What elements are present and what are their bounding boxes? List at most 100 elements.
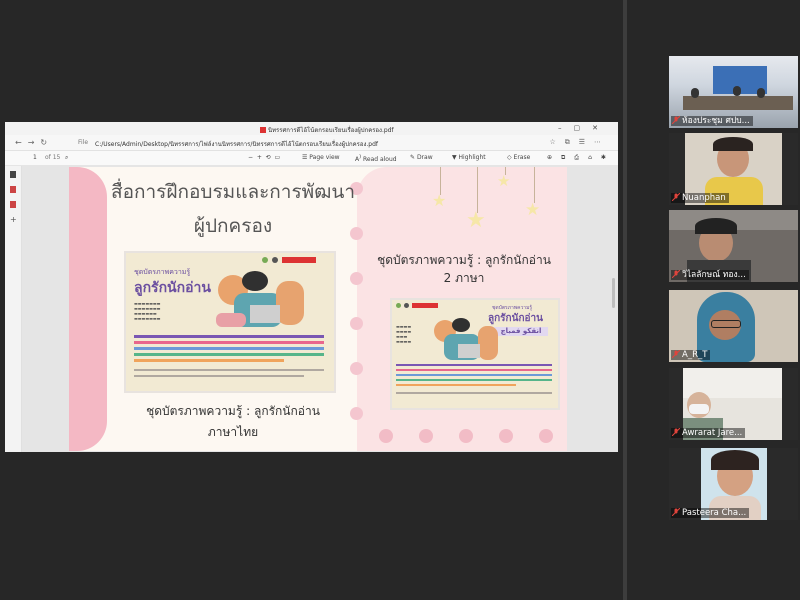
contents-icon[interactable] — [10, 171, 16, 178]
navigation-buttons[interactable]: ←→↻ — [15, 138, 53, 147]
erase-label: Erase — [513, 154, 531, 161]
participant-video-tile[interactable]: A_R_T — [669, 290, 798, 362]
person-silhouette — [757, 88, 765, 98]
star-string — [534, 167, 535, 203]
info-stripe — [396, 392, 552, 394]
dot-decoration — [459, 429, 473, 443]
info-stripe — [396, 369, 552, 371]
document-tab[interactable]: นิทรรศการดีไอ้โน้ตกรอบเรียนเรื่องผู้ปกคร… — [260, 125, 394, 135]
info-stripe — [396, 379, 552, 381]
slide-page: ★ ★ ★ ★ สื่อการฝึกอบรมและการพัฒนา ผู้ปกค… — [69, 167, 567, 451]
info-stripe — [134, 353, 324, 356]
mic-off-icon — [672, 193, 680, 201]
dot-decoration — [379, 429, 393, 443]
slide-heading-line2: ผู้ปกครอง — [193, 215, 273, 237]
pdf-toolbar: 1 of 15 ⌕ − + ⟲ ▭ ☰ Page view A) Read al… — [5, 151, 618, 166]
mic-off-icon — [672, 116, 680, 124]
participant-name: วิไลลักษณ์ ทอง... — [682, 270, 746, 280]
zoom-controls[interactable]: − + ⟲ ▭ — [248, 154, 280, 161]
page-total: of 15 — [45, 154, 61, 161]
participant-name: ห้องประชุม ศปบ... — [682, 116, 750, 126]
participant-video-tile[interactable]: วิไลลักษณ์ ทอง... — [669, 210, 798, 282]
star-string — [477, 167, 478, 213]
window-title-bar: นิทรรศการดีไอ้โน้ตกรอบเรียนเรื่องผู้ปกคร… — [5, 122, 618, 135]
participant-video-tile[interactable]: Pasteera Cha... — [669, 448, 798, 520]
read-aloud-button[interactable]: A) Read aloud — [355, 154, 397, 163]
address-bar: ←→↻ File C:/Users/Admin/Desktop/นิทรรศกา… — [5, 135, 618, 151]
bilingual-card-image: ชุดบัตรภาพความรู้ ลูกรักนักอ่าน انقكو فم… — [390, 298, 560, 410]
save-the-children-logo — [412, 303, 438, 308]
participant-name: A_R_T — [682, 350, 708, 360]
pdf-icon[interactable] — [10, 201, 16, 208]
participant-name: Pasteera Cha... — [682, 508, 747, 518]
star-icon: ★ — [466, 208, 486, 233]
file-scheme-tag: File — [78, 139, 89, 146]
dot-decoration — [539, 429, 553, 443]
participant-name: Nuanphan — [682, 193, 726, 203]
document-tab-title: นิทรรศการดีไอ้โน้ตกรอบเรียนเรื่องผู้ปกคร… — [268, 127, 394, 134]
page-view-label: Page view — [309, 154, 340, 161]
info-stripe — [134, 369, 324, 371]
illustration-laptop — [458, 344, 480, 358]
info-stripe — [134, 341, 324, 344]
info-stripe — [134, 347, 324, 350]
person-silhouette — [691, 88, 699, 98]
card1-caption-line2: ภาษาไทย — [207, 425, 259, 439]
add-icon[interactable]: + — [10, 216, 17, 224]
mic-off-icon — [672, 428, 680, 436]
read-aloud-label: Read aloud — [362, 156, 397, 163]
star-icon: ★ — [432, 191, 447, 210]
star-icon: ★ — [525, 200, 541, 220]
highlight-button[interactable]: ▼ Highlight — [452, 154, 486, 161]
window-controls[interactable]: –▢✕ — [558, 124, 610, 132]
draw-button[interactable]: ✎ Draw — [410, 154, 433, 161]
page-view-button[interactable]: ☰ Page view — [302, 154, 340, 161]
toolbar-action-icons[interactable]: ⊕⧉⎙⌂✱ — [547, 154, 615, 162]
search-icon[interactable]: ⌕ — [65, 154, 68, 162]
erase-button[interactable]: ◇ Erase — [507, 154, 530, 161]
illustration-mother — [276, 281, 304, 325]
illustration-father-head — [452, 318, 470, 332]
logo-icon — [272, 257, 278, 263]
pdf-viewer-window: นิทรรศการดีไอ้โน้ตกรอบเรียนเรื่องผู้ปกคร… — [5, 122, 618, 452]
card2-caption-line2: 2 ภาษา — [443, 271, 485, 285]
pdf-sidebar: + — [5, 166, 22, 452]
participant-name-label: Awrarat Jare... — [671, 428, 746, 438]
card-description-lines: ▬▬▬▬▬▬▬ ▬▬▬▬▬▬▬ ▬▬▬▬▬▬ ▬▬▬▬▬▬▬ — [134, 301, 161, 321]
panel-divider[interactable] — [623, 0, 627, 600]
star-icon: ★ — [497, 172, 511, 190]
address-input[interactable]: C:/Users/Admin/Desktop/นิทรรศการ/ไฟล์งาน… — [95, 139, 378, 149]
illustration-child — [216, 313, 246, 327]
pdf-file-icon — [260, 127, 266, 133]
dot-decoration — [499, 429, 513, 443]
slide-heading-line1: สื่อการฝึกอบรมและการพัฒนา — [110, 181, 356, 203]
vertical-scrollbar[interactable] — [612, 278, 615, 308]
mic-off-icon — [672, 508, 680, 516]
logo-icon — [404, 303, 409, 308]
card2-caption-line1: ชุดบัตรภาพความรู้ : ลูกรักนักอ่าน — [377, 253, 551, 267]
participant-video-tile[interactable]: ห้องประชุม ศปบ... — [669, 56, 798, 128]
page-number-input[interactable]: 1 — [33, 154, 37, 161]
info-stripe — [396, 364, 552, 366]
browser-action-icons[interactable]: ☆⧉☰⋯ — [549, 138, 610, 147]
document-area: ★ ★ ★ ★ สื่อการฝึกอบรมและการพัฒนา ผู้ปกค… — [22, 166, 618, 452]
participant-video-tile[interactable]: Nuanphan — [669, 133, 798, 205]
participant-hair — [695, 218, 737, 234]
participant-name-label: Pasteera Cha... — [671, 508, 750, 518]
participant-name-label: วิไลลักษณ์ ทอง... — [671, 270, 749, 280]
pdf-icon[interactable] — [10, 186, 16, 193]
participant-name: Awrarat Jare... — [682, 428, 743, 438]
meeting-table — [683, 96, 793, 110]
participant-video-tile[interactable]: Awrarat Jare... — [669, 368, 798, 440]
participant-hair — [711, 450, 759, 470]
info-stripe — [396, 384, 516, 386]
participant-name-label: ห้องประชุม ศปบ... — [671, 116, 753, 126]
card-description-lines: ▬▬▬▬ ▬▬▬▬ ▬▬▬ ▬▬▬▬ — [396, 324, 412, 344]
participant-name-label: Nuanphan — [671, 193, 729, 203]
eyeglasses — [711, 320, 741, 328]
mic-off-icon — [672, 270, 680, 278]
screen-share-area: นิทรรศการดีไอ้โน้ตกรอบเรียนเรื่องผู้ปกคร… — [0, 0, 623, 600]
thai-card-image: ชุดบัตรภาพความรู้ ลูกรักนักอ่าน ▬▬▬▬▬▬▬ ▬… — [124, 251, 336, 393]
logo-icon — [262, 257, 268, 263]
scallop-decoration — [350, 362, 363, 375]
